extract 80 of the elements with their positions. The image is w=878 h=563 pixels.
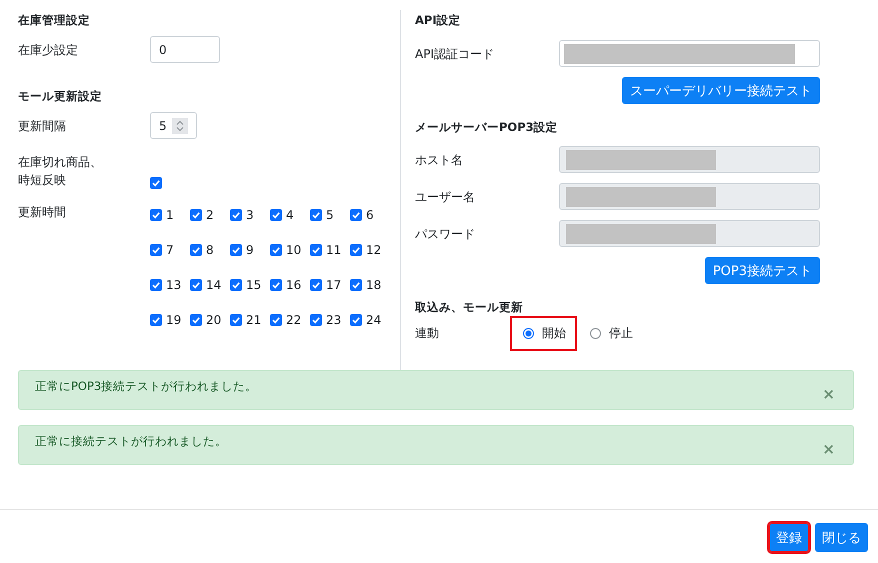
checkbox-label: 23 [326, 313, 342, 327]
checkbox[interactable] [150, 177, 162, 189]
checkbox[interactable] [150, 314, 162, 326]
checkbox[interactable] [190, 279, 202, 291]
checkbox[interactable] [270, 314, 282, 326]
checkbox[interactable] [230, 209, 242, 221]
checkbox-label: 1 [166, 208, 174, 222]
footer-button[interactable]: 登録 [769, 523, 809, 552]
checkbox-label: 11 [326, 243, 342, 257]
input-field[interactable] [559, 40, 820, 67]
checkbox-label: 4 [286, 208, 294, 222]
checkbox-label: 20 [206, 313, 222, 327]
checkbox-label: 24 [366, 313, 382, 327]
checkbox-label: 8 [206, 243, 214, 257]
alert-message: 正常にPOP3接続テストが行われました。 [35, 378, 258, 394]
field-label: API認証コード [415, 46, 495, 62]
radio-button[interactable] [590, 328, 601, 339]
checkbox-label: 9 [246, 243, 254, 257]
close-button[interactable]: × [822, 385, 835, 403]
spinner-icon[interactable] [172, 118, 188, 134]
section-heading: API設定 [415, 12, 462, 29]
checkbox-label: 14 [206, 278, 222, 292]
close-button[interactable]: × [822, 440, 835, 458]
checkbox-label: 19 [166, 313, 182, 327]
checkbox[interactable] [150, 279, 162, 291]
checkbox[interactable] [350, 209, 362, 221]
checkbox[interactable] [190, 244, 202, 256]
field-label: ユーザー名 [415, 188, 476, 206]
checkbox[interactable] [150, 244, 162, 256]
checkbox-label: 2 [206, 208, 214, 222]
checkbox[interactable] [350, 244, 362, 256]
checkbox[interactable] [310, 209, 322, 221]
checkbox[interactable] [270, 209, 282, 221]
checkbox[interactable] [350, 279, 362, 291]
checkbox-label: 6 [366, 208, 374, 222]
section-heading: メールサーバーPOP3設定 [415, 119, 559, 136]
checkbox-label: 10 [286, 243, 302, 257]
checkbox-label: 12 [366, 243, 382, 257]
checkbox-label: 13 [166, 278, 182, 292]
radio-button[interactable] [523, 328, 534, 339]
section-heading: 取込み、モール更新 [415, 299, 524, 316]
checkbox-label: 7 [166, 243, 174, 257]
checkbox[interactable] [310, 244, 322, 256]
checkbox-label: 5 [326, 208, 334, 222]
checkbox-label: 17 [326, 278, 342, 292]
test-button[interactable]: POP3接続テスト [704, 257, 820, 284]
input-field[interactable]: 0 [150, 36, 220, 63]
field-label: 在庫切れ商品、 [18, 154, 102, 171]
section-heading: モール更新設定 [18, 88, 103, 105]
checkbox[interactable] [230, 279, 242, 291]
checkbox-label: 18 [366, 278, 382, 292]
field-label: パスワード [415, 226, 476, 242]
section-heading: 在庫管理設定 [18, 12, 91, 29]
checkbox-label: 16 [286, 278, 302, 292]
checkbox[interactable] [230, 314, 242, 326]
radio-label: 停止 [609, 325, 633, 342]
alert-message: 正常に接続テストが行われました。 [35, 434, 227, 448]
checkbox[interactable] [270, 279, 282, 291]
checkbox-label: 22 [286, 313, 302, 327]
checkbox[interactable] [230, 244, 242, 256]
field-label: 時短反映 [18, 172, 66, 189]
checkbox[interactable] [190, 209, 202, 221]
checkbox[interactable] [190, 314, 202, 326]
number-field[interactable]: 5 [150, 112, 197, 139]
checkbox-label: 15 [246, 278, 262, 292]
checkbox[interactable] [150, 209, 162, 221]
checkbox[interactable] [270, 244, 282, 256]
checkbox[interactable] [310, 279, 322, 291]
footer-button[interactable]: 閉じる [815, 523, 868, 552]
field-label: 連動 [415, 325, 440, 342]
radio-label: 開始 [542, 325, 566, 342]
checkbox-label: 3 [246, 208, 254, 222]
field-label: 更新間隔 [18, 118, 67, 134]
checkbox[interactable] [350, 314, 362, 326]
field-label: 更新時間 [18, 204, 67, 221]
checkbox-label: 21 [246, 313, 262, 327]
checkbox[interactable] [310, 314, 322, 326]
test-button[interactable]: スーパーデリバリー接続テスト [622, 77, 820, 104]
field-label: ホスト名 [415, 152, 464, 168]
field-label: 在庫少設定 [18, 42, 79, 58]
